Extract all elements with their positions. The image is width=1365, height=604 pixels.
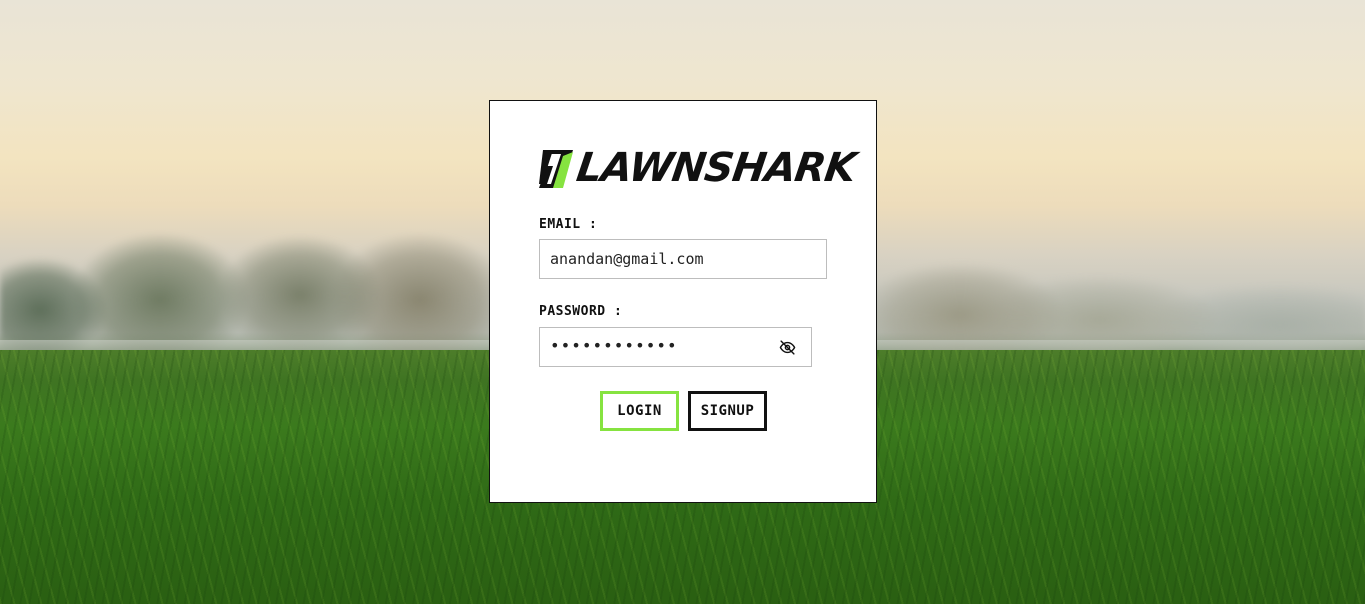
login-button[interactable]: LOGIN (600, 391, 679, 431)
email-label: EMAIL : (539, 217, 598, 232)
brand-name: LAWNSHARK (573, 145, 859, 191)
brand-logo: LAWNSHARK (539, 145, 859, 191)
lawnshark-logo-icon (539, 150, 573, 188)
password-label: PASSWORD : (539, 304, 623, 319)
eye-slash-icon[interactable] (779, 339, 796, 356)
login-card: LAWNSHARK EMAIL : PASSWORD : •••••••••••… (489, 100, 877, 503)
signup-button[interactable]: SIGNUP (688, 391, 767, 431)
password-value: •••••••••••• (550, 336, 678, 355)
email-field[interactable] (539, 239, 827, 279)
password-field[interactable]: •••••••••••• (539, 327, 812, 367)
